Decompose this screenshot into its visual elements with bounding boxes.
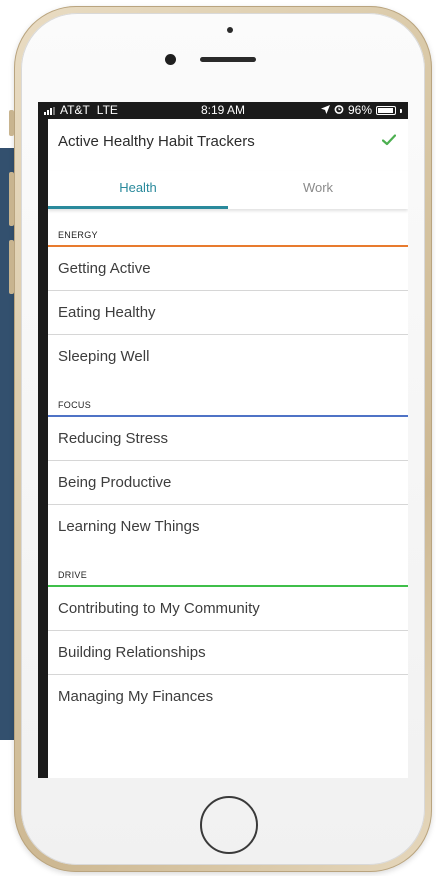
list-item-eating-healthy[interactable]: Eating Healthy bbox=[48, 291, 408, 335]
list-item-sleeping-well[interactable]: Sleeping Well bbox=[48, 335, 408, 379]
volume-up-button bbox=[9, 172, 14, 226]
location-arrow-icon bbox=[320, 102, 330, 119]
section-header-drive: DRIVE bbox=[48, 549, 408, 587]
list-item-contributing-community[interactable]: Contributing to My Community bbox=[48, 587, 408, 631]
section-header-focus: FOCUS bbox=[48, 379, 408, 417]
volume-down-button bbox=[9, 240, 14, 294]
battery-icon bbox=[376, 106, 396, 115]
home-button[interactable] bbox=[200, 796, 258, 854]
tab-bar: Health Work bbox=[48, 171, 408, 209]
tracker-list: ENERGY Getting Active Eating Healthy Sle… bbox=[48, 209, 408, 778]
status-right: 96% bbox=[320, 102, 402, 119]
list-item-being-productive[interactable]: Being Productive bbox=[48, 461, 408, 505]
checkmark-icon[interactable] bbox=[381, 134, 397, 150]
section-header-energy: ENERGY bbox=[48, 209, 408, 247]
list-item-building-relationships[interactable]: Building Relationships bbox=[48, 631, 408, 675]
front-camera bbox=[165, 54, 176, 65]
alarm-icon bbox=[334, 102, 344, 119]
earpiece-speaker bbox=[200, 57, 256, 62]
list-item-managing-finances[interactable]: Managing My Finances bbox=[48, 675, 408, 719]
battery-tip bbox=[400, 108, 402, 113]
mute-switch bbox=[9, 110, 14, 136]
list-item-learning-new-things[interactable]: Learning New Things bbox=[48, 505, 408, 549]
proximity-sensor bbox=[227, 27, 233, 33]
tab-work[interactable]: Work bbox=[228, 171, 408, 209]
battery-percent: 96% bbox=[347, 103, 372, 117]
phone-screen: AT&T LTE 8:19 AM 96% Active Healthy Habi… bbox=[38, 102, 408, 778]
tab-health[interactable]: Health bbox=[48, 171, 228, 209]
list-item-getting-active[interactable]: Getting Active bbox=[48, 247, 408, 291]
app-header: Active Healthy Habit Trackers bbox=[48, 119, 408, 171]
list-item-reducing-stress[interactable]: Reducing Stress bbox=[48, 417, 408, 461]
app-container: Active Healthy Habit Trackers Health Wor… bbox=[48, 119, 408, 778]
status-bar: AT&T LTE 8:19 AM 96% bbox=[38, 102, 408, 119]
page-title: Active Healthy Habit Trackers bbox=[58, 133, 255, 150]
